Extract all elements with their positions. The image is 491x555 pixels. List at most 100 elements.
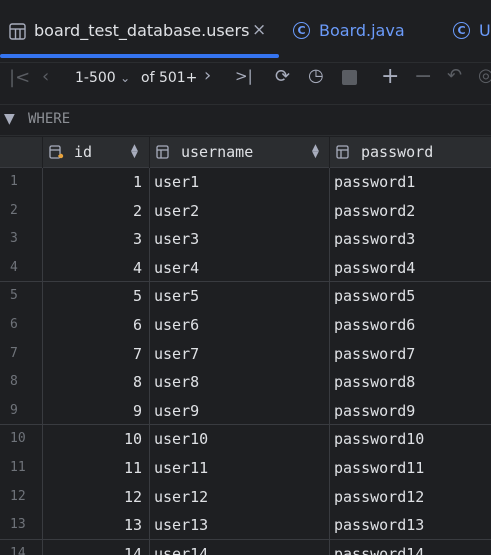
page-range-selector[interactable]: 1-500 ⌄ — [75, 70, 130, 86]
table-row[interactable]: 12 12 user12 password12 — [0, 483, 491, 512]
column-header-password[interactable]: password — [330, 137, 491, 168]
row-number: 9 — [10, 402, 18, 418]
table-icon — [8, 22, 26, 40]
cell-username[interactable]: user3 — [154, 230, 199, 248]
rownum-header — [0, 137, 42, 168]
table-body: 1 1 user1 password1 2 2 user2 password2 3 3 user3 p… — [0, 168, 491, 555]
table-row[interactable]: 11 11 user11 password11 — [0, 454, 491, 483]
cell-username[interactable]: user7 — [154, 345, 199, 363]
cell-id[interactable]: 8 — [46, 373, 142, 391]
last-page-icon[interactable]: >| — [235, 69, 253, 84]
table-row[interactable]: 9 9 user9 password9 — [0, 397, 491, 426]
cell-password[interactable]: password7 — [334, 345, 415, 363]
cell-id[interactable]: 3 — [46, 230, 142, 248]
key-column-icon — [49, 144, 65, 164]
class-c-icon: C — [293, 22, 310, 39]
row-number: 2 — [10, 202, 18, 218]
cell-password[interactable]: password11 — [334, 459, 424, 477]
history-clock-icon[interactable]: ◷ — [308, 67, 324, 85]
column-header-id[interactable]: id ▲ ▼ — [43, 137, 149, 168]
cell-id[interactable]: 14 — [46, 545, 142, 555]
cell-username[interactable]: user11 — [154, 459, 208, 477]
row-number: 7 — [10, 345, 18, 361]
add-row-icon[interactable]: + — [381, 66, 399, 88]
cell-username[interactable]: user14 — [154, 545, 208, 555]
cell-id[interactable]: 5 — [46, 287, 142, 305]
cell-password[interactable]: password1 — [334, 173, 415, 191]
row-number: 12 — [10, 488, 26, 504]
cell-password[interactable]: password2 — [334, 202, 415, 220]
column-header-username[interactable]: username ▲ ▼ — [150, 137, 329, 168]
cell-id[interactable]: 9 — [46, 402, 142, 420]
table-row[interactable]: 7 7 user7 password7 — [0, 340, 491, 369]
table-row[interactable]: 6 6 user6 password6 — [0, 311, 491, 340]
table-row[interactable]: 2 2 user2 password2 — [0, 197, 491, 226]
cell-username[interactable]: user9 — [154, 402, 199, 420]
tab-label: U — [479, 21, 491, 40]
row-number: 3 — [10, 231, 18, 247]
cell-id[interactable]: 2 — [46, 202, 142, 220]
cell-password[interactable]: password12 — [334, 488, 424, 506]
first-page-icon[interactable]: |< — [9, 69, 30, 87]
cell-id[interactable]: 6 — [46, 316, 142, 334]
cell-id[interactable]: 1 — [46, 173, 142, 191]
editor-tab-bar: board_test_database.users × C Board.java… — [0, 0, 491, 63]
active-tab-indicator — [0, 54, 279, 58]
column-name: password — [361, 143, 434, 161]
tab-label: Board.java — [319, 21, 405, 40]
cell-id[interactable]: 7 — [46, 345, 142, 363]
cell-id[interactable]: 13 — [46, 516, 142, 534]
cell-password[interactable]: password10 — [334, 430, 424, 448]
next-page-icon[interactable]: › — [204, 67, 211, 85]
table-row[interactable]: 13 13 user13 password13 — [0, 511, 491, 540]
reload-icon[interactable]: ⟳ — [275, 68, 290, 86]
row-number: 4 — [10, 259, 18, 275]
close-icon[interactable]: × — [252, 20, 266, 40]
cell-username[interactable]: user8 — [154, 373, 199, 391]
stop-icon[interactable] — [342, 70, 357, 85]
where-filter-row[interactable]: ▼ WHERE — [0, 104, 491, 136]
table-row[interactable]: 8 8 user8 password8 — [0, 368, 491, 397]
cell-id[interactable]: 12 — [46, 488, 142, 506]
table-row[interactable]: 14 14 user14 password14 — [0, 540, 491, 555]
cell-username[interactable]: user12 — [154, 488, 208, 506]
cell-password[interactable]: password3 — [334, 230, 415, 248]
delete-row-icon[interactable]: − — [414, 66, 432, 88]
view-icon[interactable]: ◎ — [478, 67, 491, 85]
cell-password[interactable]: password6 — [334, 316, 415, 334]
cell-password[interactable]: password14 — [334, 545, 424, 555]
table-row[interactable]: 4 4 user4 password4 — [0, 254, 491, 283]
row-number: 5 — [10, 288, 18, 304]
table-row[interactable]: 1 1 user1 password1 — [0, 168, 491, 197]
tab-label: board_test_database.users — [34, 21, 250, 40]
class-c-icon: C — [453, 22, 470, 39]
cell-username[interactable]: user2 — [154, 202, 199, 220]
table-row[interactable]: 10 10 user10 password10 — [0, 425, 491, 454]
cell-id[interactable]: 4 — [46, 259, 142, 277]
table-row[interactable]: 5 5 user5 password5 — [0, 282, 491, 311]
cell-password[interactable]: password5 — [334, 287, 415, 305]
cell-username[interactable]: user13 — [154, 516, 208, 534]
cell-username[interactable]: user6 — [154, 316, 199, 334]
cell-username[interactable]: user4 — [154, 259, 199, 277]
cell-id[interactable]: 11 — [46, 459, 142, 477]
chevron-down-icon: ⌄ — [120, 71, 131, 85]
sort-icon[interactable]: ▲ ▼ — [131, 144, 138, 160]
cell-password[interactable]: password13 — [334, 516, 424, 534]
revert-icon[interactable]: ↶ — [447, 67, 462, 85]
filter-icon[interactable]: ▼ — [4, 111, 15, 127]
tab-users-table[interactable]: board_test_database.users × — [0, 0, 279, 62]
cell-password[interactable]: password4 — [334, 259, 415, 277]
tab-board-java[interactable]: C Board.java — [293, 0, 443, 62]
cell-username[interactable]: user5 — [154, 287, 199, 305]
tab-u-partial[interactable]: C U — [453, 0, 491, 62]
cell-id[interactable]: 10 — [46, 430, 142, 448]
table-row[interactable]: 3 3 user3 password3 — [0, 225, 491, 254]
previous-page-icon[interactable]: ‹ — [42, 68, 49, 86]
sort-icon[interactable]: ▲ ▼ — [312, 144, 319, 160]
cell-password[interactable]: password8 — [334, 373, 415, 391]
column-name: username — [181, 143, 254, 161]
cell-username[interactable]: user1 — [154, 173, 199, 191]
cell-password[interactable]: password9 — [334, 402, 415, 420]
cell-username[interactable]: user10 — [154, 430, 208, 448]
